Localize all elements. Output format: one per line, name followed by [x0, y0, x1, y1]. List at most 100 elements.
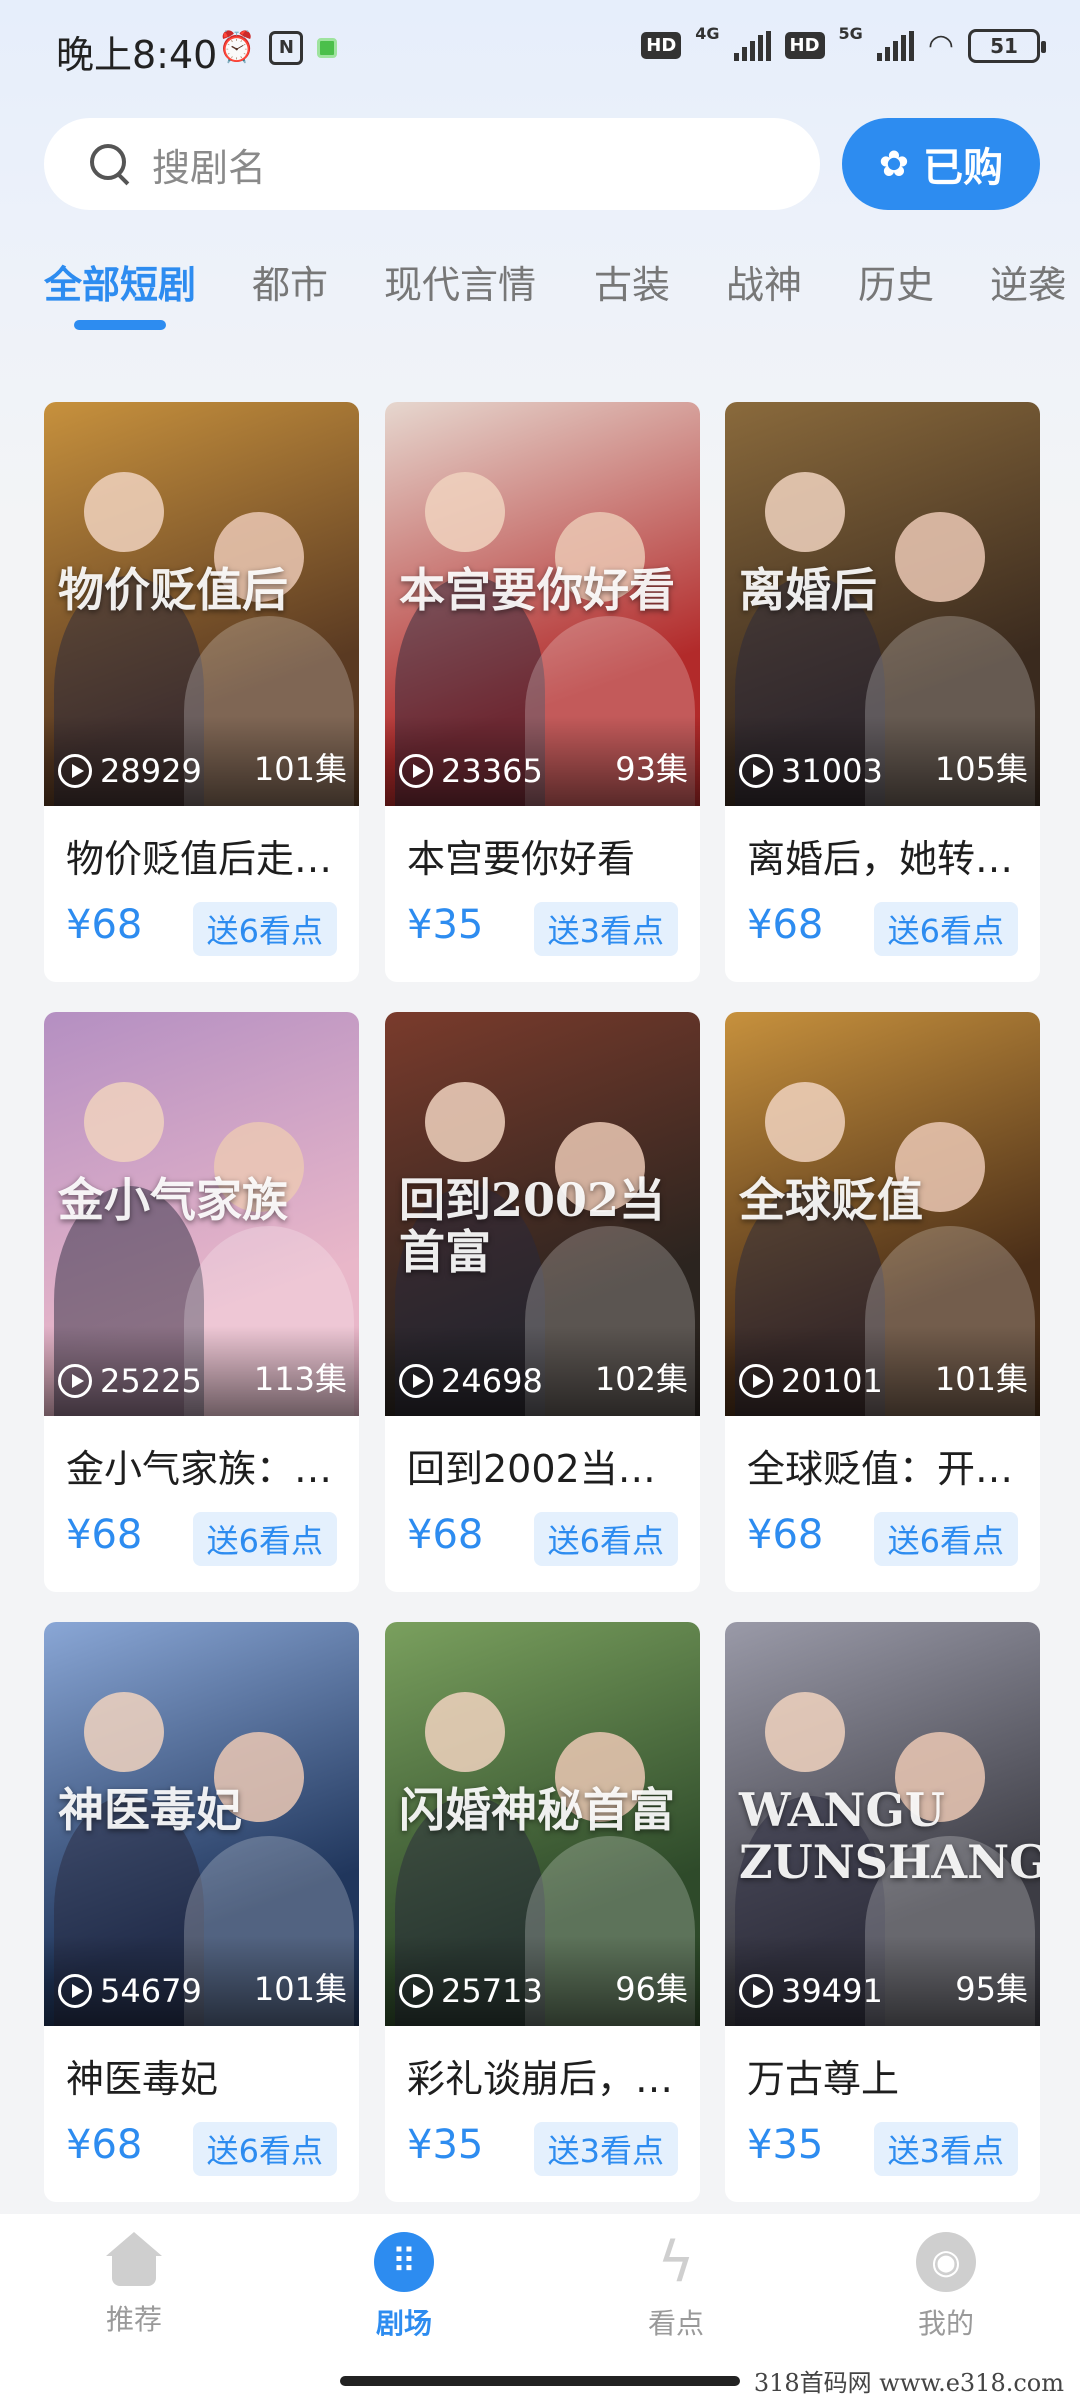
gesture-bar[interactable] [340, 2376, 740, 2386]
play-count: 31003 [739, 752, 883, 790]
hd-badge-2: HD [784, 32, 825, 59]
tab-war-god[interactable]: 战神 [726, 254, 802, 309]
nav-highlights[interactable]: ϟ 看点 [606, 2230, 746, 2342]
drama-title[interactable]: 本宫要你好看 [407, 828, 682, 883]
drama-price: ¥35 [407, 2122, 484, 2168]
play-count-value: 23365 [441, 752, 543, 790]
nav-recommend[interactable]: 推荐 [64, 2232, 204, 2338]
play-count: 54679 [58, 1972, 202, 2010]
bonus-points-badge: 送6看点 [192, 902, 337, 956]
drama-poster[interactable]: 物价贬值后 28929 101集 [44, 402, 359, 806]
status-time: 晚上8:40 [56, 33, 218, 77]
drama-card[interactable]: 回到2002当首富 24698 102集 回到2002当… ¥68 送6看点 [385, 1012, 700, 1592]
search-input[interactable]: 搜剧名 [44, 118, 820, 210]
drama-title[interactable]: 彩礼谈崩后，… [407, 2048, 682, 2103]
network-5g-label: 5G [838, 24, 863, 43]
tab-modern-romance[interactable]: 现代言情 [384, 254, 536, 309]
poster-title-art: 物价贬值后 [58, 562, 288, 617]
watermark: 318首码网 www.e318.com [753, 2369, 1064, 2397]
play-count-value: 20101 [781, 1362, 883, 1400]
drama-title[interactable]: 万古尊上 [747, 2048, 1022, 2103]
search-placeholder: 搜剧名 [152, 145, 267, 190]
play-icon [58, 1364, 92, 1398]
play-count-value: 54679 [100, 1972, 202, 2010]
active-tab-indicator [74, 320, 166, 330]
drama-poster[interactable]: 全球贬值 20101 101集 [725, 1012, 1040, 1416]
bonus-points-badge: 送3看点 [533, 2122, 678, 2176]
wifi-icon: ◠ [927, 28, 954, 63]
drama-price: ¥68 [66, 2122, 143, 2168]
drama-poster[interactable]: 本宫要你好看 23365 93集 [385, 402, 700, 806]
drama-title[interactable]: 金小气家族：… [66, 1438, 341, 1493]
drama-card[interactable]: 本宫要你好看 23365 93集 本宫要你好看 ¥35 送3看点 [385, 402, 700, 982]
episode-count: 101集 [934, 1360, 1028, 1398]
play-icon [58, 754, 92, 788]
drama-title[interactable]: 神医毒妃 [66, 2048, 341, 2103]
play-icon [739, 1364, 773, 1398]
tab-all-dramas[interactable]: 全部短剧 [44, 254, 196, 309]
drama-poster[interactable]: 闪婚神秘首富 25713 96集 [385, 1622, 700, 2026]
play-count-value: 28929 [100, 752, 202, 790]
drama-card[interactable]: WANGU ZUNSHANG 39491 95集 万古尊上 ¥35 送3看点 [725, 1622, 1040, 2202]
drama-title[interactable]: 回到2002当… [407, 1438, 682, 1493]
drama-poster[interactable]: 神医毒妃 54679 101集 [44, 1622, 359, 2026]
episode-count: 113集 [253, 1360, 347, 1398]
drama-card[interactable]: 闪婚神秘首富 25713 96集 彩礼谈崩后，… ¥35 送3看点 [385, 1622, 700, 2202]
drama-card[interactable]: 神医毒妃 54679 101集 神医毒妃 ¥68 送6看点 [44, 1622, 359, 2202]
episode-count: 93集 [615, 750, 688, 788]
drama-price: ¥68 [407, 1512, 484, 1558]
drama-poster[interactable]: 金小气家族 25225 113集 [44, 1012, 359, 1416]
play-count: 25225 [58, 1362, 202, 1400]
status-icons-left: ⏰ N [218, 30, 338, 65]
drama-card[interactable]: 金小气家族 25225 113集 金小气家族：… ¥68 送6看点 [44, 1012, 359, 1592]
drama-poster[interactable]: 离婚后 31003 105集 [725, 402, 1040, 806]
alarm-icon: ⏰ [218, 30, 256, 65]
theater-icon: ⠿ [374, 2232, 434, 2292]
star-icon: ✿ [878, 143, 910, 185]
drama-title[interactable]: 物价贬值后走… [66, 828, 341, 883]
poster-figure [84, 1082, 164, 1162]
drama-card[interactable]: 全球贬值 20101 101集 全球贬值：开… ¥68 送6看点 [725, 1012, 1040, 1592]
drama-price: ¥35 [747, 2122, 824, 2168]
poster-title-art: 闪婚神秘首富 [399, 1782, 675, 1837]
tab-costume[interactable]: 古装 [594, 254, 670, 309]
poster-title-art: WANGU ZUNSHANG [739, 1782, 1040, 1890]
drama-poster[interactable]: WANGU ZUNSHANG 39491 95集 [725, 1622, 1040, 2026]
nav-theater[interactable]: ⠿ 剧场 [334, 2232, 474, 2342]
episode-count: 96集 [615, 1970, 688, 2008]
drama-poster[interactable]: 回到2002当首富 24698 102集 [385, 1012, 700, 1416]
poster-title-art: 金小气家族 [58, 1172, 288, 1227]
poster-figure [425, 472, 505, 552]
category-tabs: 全部短剧 都市 现代言情 古装 战神 历史 逆袭 [0, 240, 1080, 340]
nav-mine[interactable]: ◉ 我的 [876, 2232, 1016, 2342]
drama-card[interactable]: 物价贬值后 28929 101集 物价贬值后走… ¥68 送6看点 [44, 402, 359, 982]
bonus-points-badge: 送6看点 [192, 2122, 337, 2176]
purchased-button[interactable]: ✿ 已购 [842, 118, 1040, 210]
play-count-value: 31003 [781, 752, 883, 790]
tab-urban[interactable]: 都市 [252, 254, 328, 309]
drama-card[interactable]: 离婚后 31003 105集 离婚后，她转… ¥68 送6看点 [725, 402, 1040, 982]
play-count: 39491 [739, 1972, 883, 2010]
bonus-points-badge: 送6看点 [533, 1512, 678, 1566]
play-count-value: 24698 [441, 1362, 543, 1400]
poster-title-art: 全球贬值 [739, 1172, 923, 1227]
nav-highlights-label: 看点 [647, 2307, 704, 2340]
nav-theater-label: 剧场 [375, 2307, 432, 2340]
status-bar: 晚上8:40 ⏰ N HD 4G HD 5G ◠ 51 [0, 0, 1080, 100]
bonus-points-badge: 送3看点 [533, 902, 678, 956]
episode-count: 95集 [955, 1970, 1028, 2008]
poster-title-art: 本宫要你好看 [399, 562, 675, 617]
tab-comeback[interactable]: 逆袭 [990, 254, 1066, 309]
play-icon [399, 754, 433, 788]
bonus-points-badge: 送6看点 [192, 1512, 337, 1566]
drama-price: ¥68 [66, 902, 143, 948]
play-icon [739, 754, 773, 788]
drama-price: ¥68 [66, 1512, 143, 1558]
app-notification-icon [317, 37, 338, 58]
tab-history[interactable]: 历史 [858, 254, 934, 309]
network-4g-label: 4G [695, 24, 720, 43]
drama-title[interactable]: 全球贬值：开… [747, 1438, 1022, 1493]
episode-count: 101集 [253, 750, 347, 788]
episode-count: 105集 [934, 750, 1028, 788]
drama-title[interactable]: 离婚后，她转… [747, 828, 1022, 883]
